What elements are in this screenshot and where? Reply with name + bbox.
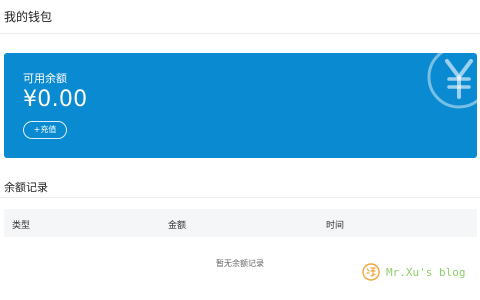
wallet-card: 可用余额 ¥0.00 +充值: [4, 53, 477, 158]
blog-watermark: Mr.Xu's blog: [362, 263, 465, 281]
column-header-amount: 金额: [168, 221, 187, 231]
blog-logo-icon: [362, 263, 380, 281]
records-section-title: 余额记录: [4, 181, 48, 194]
recharge-button[interactable]: +充值: [23, 121, 67, 139]
title-divider: [0, 33, 480, 34]
records-table-header: 类型 金额 时间: [4, 209, 477, 237]
column-header-time: 时间: [326, 221, 345, 231]
wallet-page: 我的钱包 可用余额 ¥0.00 +充值 余额记录 类型 金额 时间 暂无余额记录…: [0, 0, 480, 300]
page-title: 我的钱包: [4, 10, 53, 24]
balance-amount: ¥0.00: [23, 87, 88, 112]
column-header-type: 类型: [12, 221, 31, 231]
section-divider: [0, 197, 480, 198]
balance-label: 可用余额: [23, 72, 67, 85]
yen-circle-icon: [427, 53, 477, 109]
watermark-text: Mr.Xu's blog: [386, 265, 466, 279]
